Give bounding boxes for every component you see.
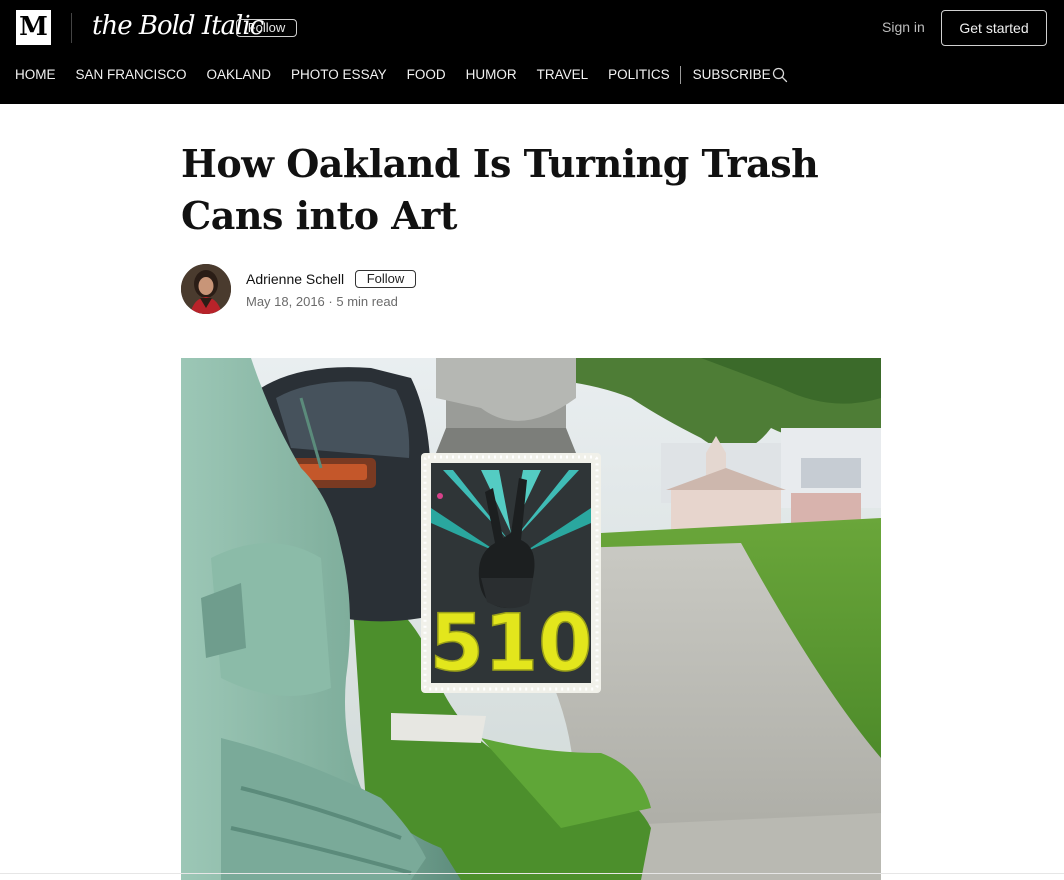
nav-divider <box>679 66 681 84</box>
mosaic-number: 510 <box>430 599 593 689</box>
read-time: 5 min read <box>336 294 398 309</box>
hero-image: 510 <box>181 358 881 880</box>
page-bottom-divider <box>0 873 1064 874</box>
nav-item-photo-essay[interactable]: PHOTO ESSAY <box>291 64 387 86</box>
publication-logo[interactable]: the Bold Italic <box>92 4 264 44</box>
meta-separator: · <box>328 294 333 309</box>
author-avatar[interactable] <box>181 264 231 314</box>
medium-logo[interactable]: M <box>16 10 51 45</box>
publication-follow-button[interactable]: Follow <box>236 19 297 37</box>
sign-in-link[interactable]: Sign in <box>882 17 925 37</box>
author-name[interactable]: Adrienne Schell <box>246 270 344 288</box>
nav-item-politics[interactable]: POLITICS <box>608 64 670 86</box>
article-meta: May 18, 2016 · 5 min read <box>246 293 398 311</box>
nav-item-home[interactable]: HOME <box>15 64 56 86</box>
search-icon[interactable] <box>771 66 789 84</box>
nav-item-subscribe[interactable]: SUBSCRIBE <box>693 64 771 86</box>
publish-date[interactable]: May 18, 2016 <box>246 294 325 309</box>
get-started-button[interactable]: Get started <box>941 10 1047 46</box>
hero-photo: 510 <box>181 358 881 880</box>
logo-divider <box>71 13 72 43</box>
author-follow-button[interactable]: Follow <box>355 270 416 288</box>
nav-item-travel[interactable]: TRAVEL <box>537 64 589 86</box>
top-bar: M the Bold Italic Follow Sign in Get sta… <box>0 0 1064 104</box>
nav-item-food[interactable]: FOOD <box>407 64 446 86</box>
article-title: How Oakland Is Turning Trash Cans into A… <box>181 141 819 238</box>
nav-item-humor[interactable]: HUMOR <box>466 64 517 86</box>
nav-item-san-francisco[interactable]: SAN FRANCISCO <box>76 64 187 86</box>
nav-item-oakland[interactable]: OAKLAND <box>207 64 272 86</box>
avatar-image <box>181 264 231 314</box>
publication-nav: HOME SAN FRANCISCO OAKLAND PHOTO ESSAY F… <box>15 64 791 86</box>
